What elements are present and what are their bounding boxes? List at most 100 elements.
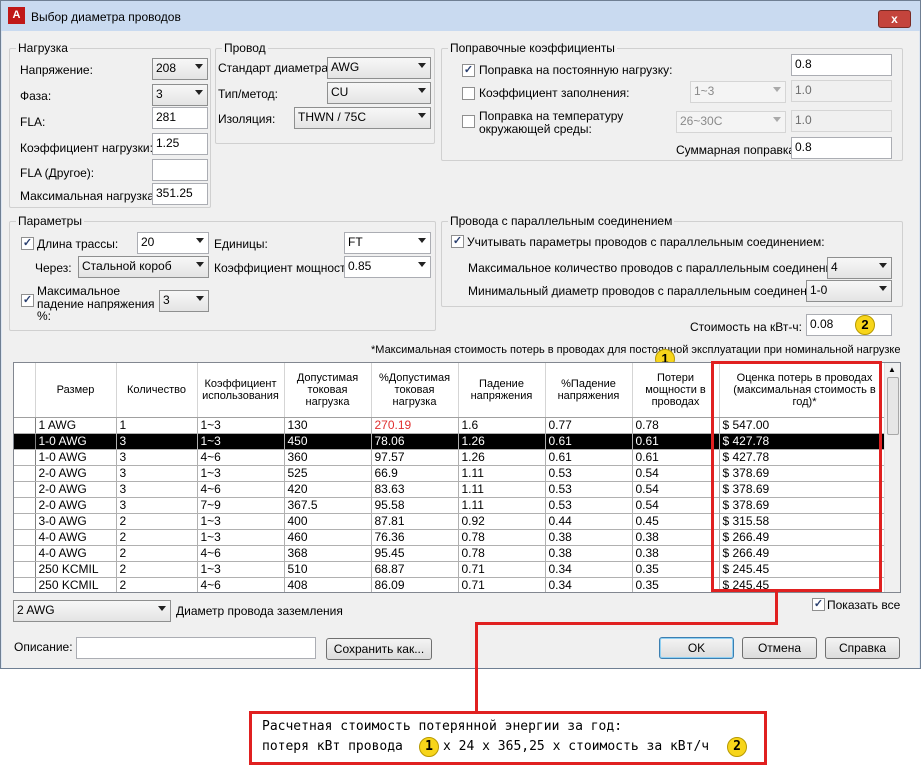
row-header[interactable] bbox=[14, 577, 36, 592]
col-header-count[interactable]: Количество bbox=[116, 363, 198, 418]
table-cell: 130 bbox=[284, 417, 372, 434]
col-header-pct-drop[interactable]: %Падение напряжения bbox=[545, 363, 633, 418]
cost-field[interactable]: 0.08 bbox=[806, 314, 892, 336]
scroll-up-icon[interactable]: ▲ bbox=[888, 365, 896, 374]
run-length-checkbox[interactable]: ✓ bbox=[21, 237, 34, 250]
table-cell: 2 bbox=[116, 529, 198, 546]
min-size-select[interactable]: 1-0 bbox=[806, 280, 892, 302]
temperature-label-line1: Поправка на температуру bbox=[479, 109, 624, 123]
save-as-button[interactable]: Сохранить как... bbox=[326, 638, 432, 660]
scroll-thumb[interactable] bbox=[887, 377, 899, 435]
col-header-pct-ampacity[interactable]: %Допустимая токовая нагрузка bbox=[371, 363, 459, 418]
fla-other-field[interactable] bbox=[152, 159, 208, 181]
col-header-usage[interactable]: Коэффициент использования bbox=[197, 363, 285, 418]
power-factor-select[interactable]: 0.85 bbox=[344, 256, 431, 278]
max-count-select[interactable]: 4 bbox=[827, 257, 892, 279]
chevron-down-icon bbox=[418, 262, 426, 267]
table-cell: 0.61 bbox=[632, 449, 720, 466]
callout-line2-part2: x 24 x 365,25 x стоимость за кВт/ч bbox=[443, 739, 710, 754]
table-cell: 4~6 bbox=[197, 545, 285, 562]
max-drop-label-line1: Максимальное bbox=[37, 284, 121, 298]
standard-label: Стандарт диаметра: bbox=[218, 61, 332, 75]
row-header[interactable] bbox=[14, 561, 36, 578]
type-select[interactable]: CU bbox=[327, 82, 431, 104]
row-header[interactable] bbox=[14, 497, 36, 514]
temperature-label-line2: окружающей среды: bbox=[479, 122, 592, 136]
chevron-down-icon bbox=[773, 87, 781, 92]
parameters-legend: Параметры bbox=[16, 214, 84, 228]
max-drop-checkbox[interactable]: ✓ bbox=[21, 294, 34, 307]
table-cell: 360 bbox=[284, 449, 372, 466]
callout-connector bbox=[475, 622, 478, 712]
fill-factor-label: Коэффициент заполнения: bbox=[479, 86, 630, 100]
close-button[interactable]: x bbox=[878, 10, 911, 28]
row-header[interactable] bbox=[14, 465, 36, 482]
phase-select[interactable]: 3 bbox=[152, 84, 208, 106]
ok-button[interactable]: OK bbox=[659, 637, 734, 659]
total-correction-field[interactable]: 0.8 bbox=[791, 137, 892, 159]
row-header[interactable] bbox=[14, 513, 36, 530]
table-cell: 2 bbox=[116, 513, 198, 530]
max-load-field[interactable]: 351.25 bbox=[152, 183, 208, 205]
continuous-load-field[interactable]: 0.8 bbox=[791, 54, 892, 76]
parallel-label: Учитывать параметры проводов с параллель… bbox=[467, 235, 825, 249]
chevron-down-icon bbox=[773, 117, 781, 122]
table-cell: 1-0 AWG bbox=[35, 433, 117, 450]
temperature-checkbox[interactable] bbox=[462, 115, 475, 128]
fill-factor-checkbox[interactable] bbox=[462, 87, 475, 100]
fla-field[interactable]: 281 bbox=[152, 107, 208, 129]
callout-line1: Расчетная стоимость потерянной энергии з… bbox=[262, 719, 623, 734]
col-header-size[interactable]: Размер bbox=[35, 363, 117, 418]
max-drop-select[interactable]: 3 bbox=[159, 290, 209, 312]
table-cell: 1~3 bbox=[197, 465, 285, 482]
voltage-select[interactable]: 208 bbox=[152, 58, 208, 80]
footnote-text: *Максимальная стоимость потерь в провода… bbox=[371, 344, 901, 356]
run-length-select[interactable]: 20 bbox=[137, 232, 209, 254]
fla-other-label: FLA (Другое): bbox=[20, 166, 95, 180]
ground-size-select[interactable]: 2 AWG bbox=[13, 600, 171, 622]
row-header[interactable] bbox=[14, 529, 36, 546]
loss-cost-highlight-frame bbox=[711, 361, 882, 592]
max-drop-label-line2: падение напряжения bbox=[37, 297, 155, 311]
via-select[interactable]: Стальной короб bbox=[78, 256, 209, 278]
continuous-load-label: Поправка на постоянную нагрузку: bbox=[479, 63, 673, 77]
chevron-down-icon bbox=[418, 238, 426, 243]
row-header[interactable] bbox=[14, 545, 36, 562]
table-cell: 510 bbox=[284, 561, 372, 578]
callout-badge-two: 2 bbox=[727, 737, 747, 757]
table-cell: 0.45 bbox=[632, 513, 720, 530]
help-button[interactable]: Справка bbox=[825, 637, 900, 659]
row-header[interactable] bbox=[14, 417, 36, 434]
chevron-down-icon bbox=[879, 286, 887, 291]
description-field[interactable] bbox=[76, 637, 316, 659]
continuous-load-checkbox[interactable]: ✓ bbox=[462, 64, 475, 77]
min-size-label: Минимальный диаметр проводов с параллель… bbox=[468, 284, 832, 298]
table-cell: 450 bbox=[284, 433, 372, 450]
table-cell: 4~6 bbox=[197, 577, 285, 592]
total-correction-label: Суммарная поправка: bbox=[676, 143, 799, 157]
col-header-ampacity[interactable]: Допустимая токовая нагрузка bbox=[284, 363, 372, 418]
row-header[interactable] bbox=[14, 433, 36, 450]
load-factor-label: Коэффициент нагрузки: bbox=[20, 141, 153, 155]
temperature-select[interactable]: 26~30C bbox=[676, 111, 786, 133]
show-all-checkbox[interactable]: ✓ bbox=[812, 598, 825, 611]
type-label: Тип/метод: bbox=[218, 87, 278, 101]
units-label: Единицы: bbox=[214, 237, 268, 251]
cancel-button[interactable]: Отмена bbox=[742, 637, 817, 659]
table-cell: 1~3 bbox=[197, 561, 285, 578]
vertical-scrollbar[interactable]: ▲ bbox=[884, 363, 900, 592]
fill-factor-field[interactable]: 1.0 bbox=[791, 80, 892, 102]
callout-connector bbox=[775, 592, 778, 623]
col-header-drop[interactable]: Падение напряжения bbox=[458, 363, 546, 418]
table-cell: 0.61 bbox=[632, 433, 720, 450]
standard-select[interactable]: AWG bbox=[327, 57, 431, 79]
row-header[interactable] bbox=[14, 449, 36, 466]
col-header-power-loss[interactable]: Потери мощности в проводах bbox=[632, 363, 720, 418]
temperature-field[interactable]: 1.0 bbox=[791, 110, 892, 132]
load-factor-field[interactable]: 1.25 bbox=[152, 133, 208, 155]
fill-factor-select[interactable]: 1~3 bbox=[690, 81, 786, 103]
insulation-select[interactable]: THWN / 75C bbox=[294, 107, 431, 129]
row-header[interactable] bbox=[14, 481, 36, 498]
units-select[interactable]: FT bbox=[344, 232, 431, 254]
parallel-checkbox[interactable]: ✓ bbox=[451, 235, 464, 248]
